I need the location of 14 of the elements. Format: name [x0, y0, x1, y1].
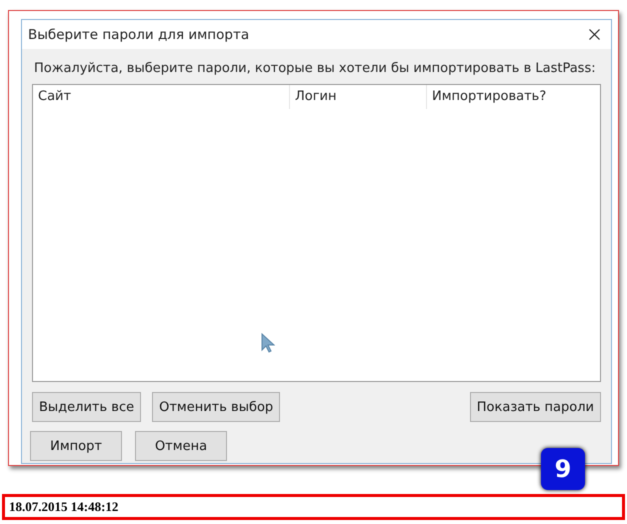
- instructions-text: Пожалуйста, выберите пароли, которые вы хотели бы импортировать в LastPass:: [34, 61, 597, 76]
- window-title: Выберите пароли для импорта: [28, 26, 250, 42]
- timestamp: 18.07.2015 14:48:12: [2, 494, 625, 520]
- column-header[interactable]: Сайт: [33, 85, 290, 109]
- selection-button[interactable]: Выделить все: [32, 392, 142, 422]
- cursor-icon: [261, 333, 275, 353]
- step-badge: 9: [541, 448, 585, 490]
- close-icon: [588, 29, 600, 40]
- column-header[interactable]: Логин: [290, 85, 427, 109]
- selection-button[interactable]: Отменить выбор: [152, 392, 280, 422]
- show-passwords-button[interactable]: Показать пароли: [470, 392, 601, 422]
- dialog-button[interactable]: Отмена: [135, 431, 227, 461]
- column-header[interactable]: Импортировать?: [427, 85, 600, 109]
- dialog-button[interactable]: Импорт: [30, 431, 122, 461]
